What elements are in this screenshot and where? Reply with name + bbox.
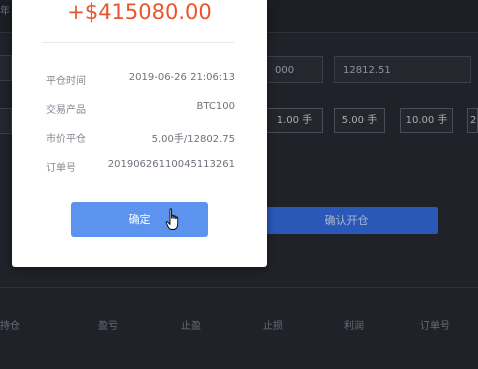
confirm-open-position-button[interactable]: 确认开仓 [255, 207, 438, 234]
amount-field[interactable]: 000 [266, 56, 323, 83]
col-header-profit: 利润 [344, 321, 364, 332]
left-field-top[interactable] [0, 55, 12, 81]
quantity-5-button[interactable]: 5.00 手 [334, 108, 385, 133]
table-divider [0, 287, 478, 288]
order-number-label: 订单号 [46, 163, 76, 174]
price-field[interactable]: 12812.51 [334, 56, 471, 83]
col-header-stop-loss: 止损 [263, 321, 283, 332]
col-header-take-profit: 止盈 [181, 321, 201, 332]
col-header-position: 持仓 [0, 321, 20, 332]
ok-button[interactable]: 确定 [71, 202, 208, 237]
left-field-bottom[interactable] [0, 108, 12, 134]
col-header-pnl: 盈亏 [98, 321, 118, 332]
close-time-value: 2019-06-26 21:06:13 [128, 72, 235, 83]
close-time-label: 平仓时间 [46, 76, 86, 87]
product-value: BTC100 [196, 101, 235, 112]
hand-pointer-icon [165, 208, 179, 230]
quantity-more-button[interactable]: 2 [467, 108, 478, 133]
col-header-order-number: 订单号 [420, 321, 450, 332]
order-number-value: 20190626110045113261 [107, 159, 235, 170]
quantity-10-button[interactable]: 10.00 手 [400, 108, 453, 133]
product-label: 交易产品 [46, 105, 86, 116]
market-close-value: 5.00手/12802.75 [151, 134, 235, 145]
top-bar-title: 年 [0, 6, 10, 17]
close-position-result-dialog: +$415080.00 平仓时间 2019-06-26 21:06:13 交易产… [12, 0, 267, 267]
profit-amount: +$415080.00 [67, 0, 212, 24]
quantity-1-button[interactable]: 1.00 手 [266, 108, 323, 133]
dialog-separator [42, 42, 234, 43]
market-close-label: 市价平仓 [46, 134, 86, 145]
